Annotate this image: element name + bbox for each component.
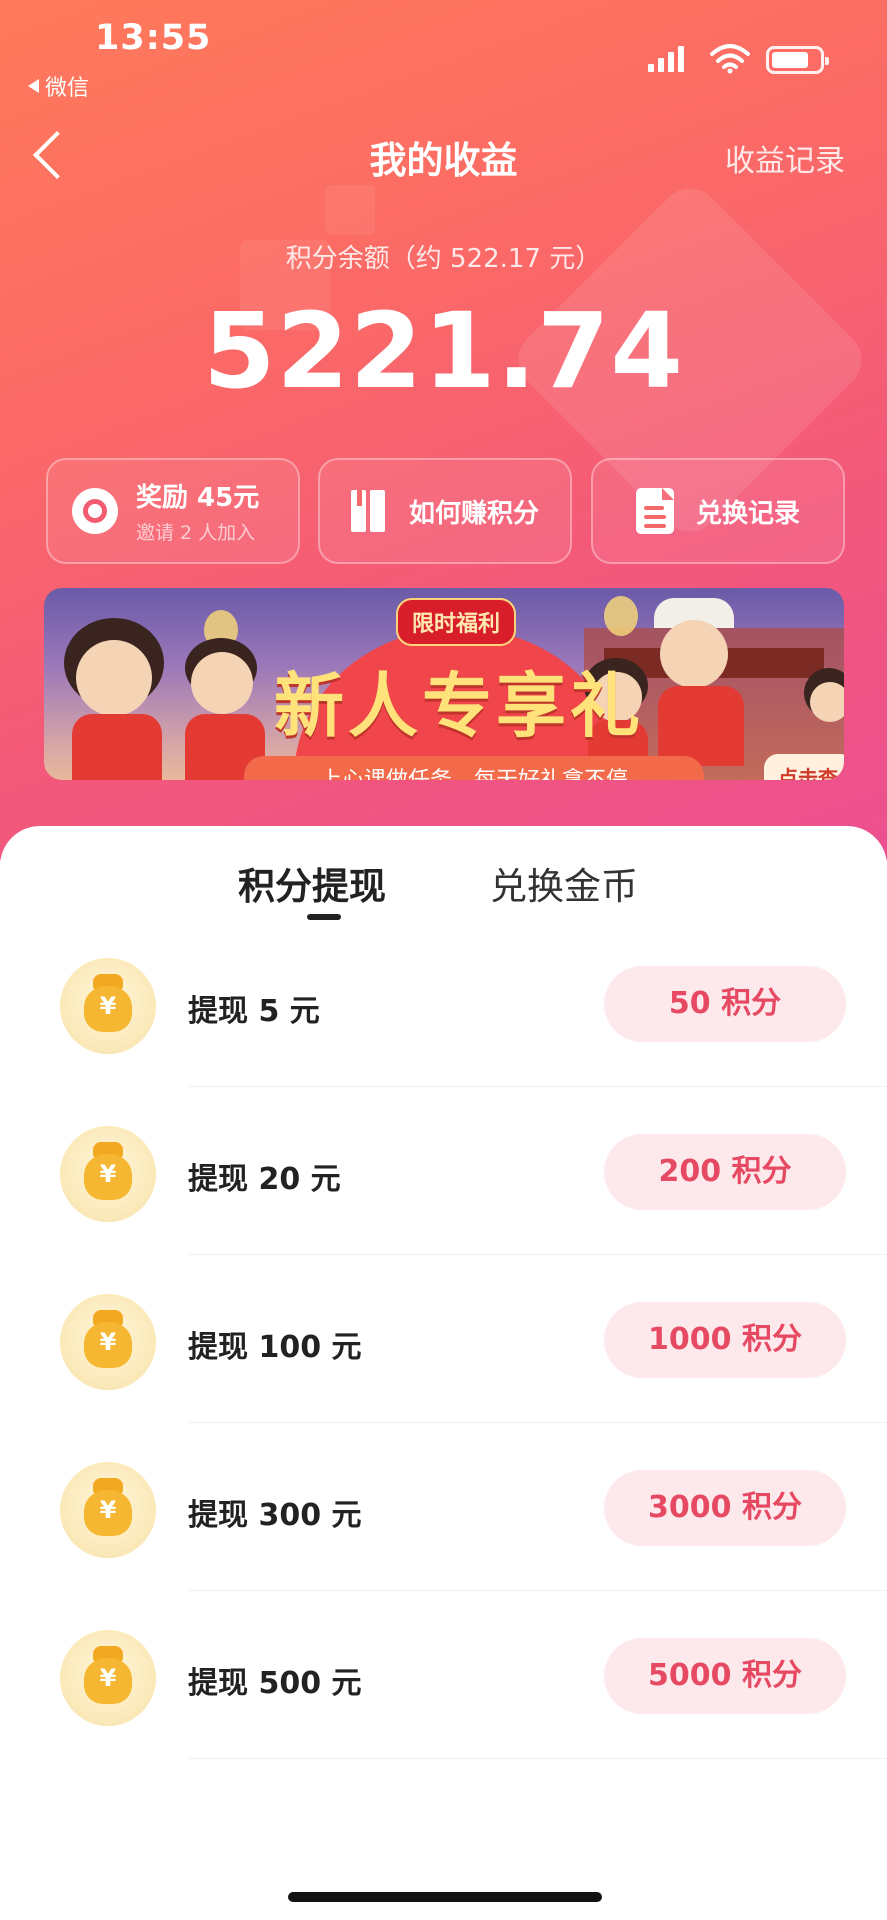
withdraw-5-button[interactable]: 50 积分 — [604, 966, 846, 1042]
banner-cta[interactable]: 点击查 — [764, 754, 844, 780]
cellular-signal-icon — [648, 44, 684, 72]
row-divider — [188, 1758, 887, 1759]
back-to-app[interactable]: 微信 — [28, 70, 89, 102]
tab-points-withdraw[interactable]: 积分提现 — [238, 856, 386, 910]
exchange-record-card[interactable]: 兑换记录 — [591, 458, 845, 564]
banner-tag: 限时福利 — [396, 598, 517, 646]
battery-icon — [766, 46, 829, 74]
book-icon — [350, 490, 387, 532]
earnings-record-link[interactable]: 收益记录 — [725, 136, 845, 180]
withdraw-label: 提现 20 元 — [188, 1162, 341, 1197]
withdraw-label: 提现 100 元 — [188, 1330, 362, 1365]
target-icon — [72, 488, 118, 534]
wifi-icon — [710, 44, 750, 74]
tab-exchange-coins[interactable]: 兑换金币 — [490, 856, 638, 910]
list-item: ¥ 提现 5 元 50 积分 — [0, 920, 887, 1088]
invite-reward-card[interactable]: 奖励 45元 邀请 2 人加入 — [46, 458, 300, 564]
withdraw-20-button[interactable]: 200 积分 — [604, 1134, 846, 1210]
how-to-earn-label: 如何赚积分 — [408, 498, 539, 529]
status-time: 13:55 — [95, 18, 212, 58]
row-divider — [188, 1254, 887, 1255]
list-item: ¥ 提现 100 元 1000 积分 — [0, 1256, 887, 1424]
list-item: ¥ 提现 500 元 5000 积分 — [0, 1592, 887, 1760]
row-divider — [188, 1590, 887, 1591]
withdraw-label: 提现 300 元 — [188, 1498, 362, 1533]
money-bag-icon: ¥ — [60, 1630, 156, 1726]
reward-title: 奖励 45元 — [136, 483, 260, 513]
reward-subtitle: 邀请 2 人加入 — [136, 522, 256, 544]
money-bag-icon: ¥ — [60, 1462, 156, 1558]
back-app-label: 微信 — [45, 76, 90, 101]
balance-value: 5221.74 — [203, 290, 684, 412]
back-triangle-icon — [28, 79, 39, 93]
money-bag-icon: ¥ — [60, 1294, 156, 1390]
promo-banner[interactable]: 限时福利 新人专享礼 上心课做任务，每天好礼拿不停 点击查 — [44, 588, 844, 780]
withdraw-100-button[interactable]: 1000 积分 — [604, 1302, 846, 1378]
list-item: ¥ 提现 20 元 200 积分 — [0, 1088, 887, 1256]
home-indicator[interactable] — [288, 1892, 602, 1902]
money-bag-icon: ¥ — [60, 1126, 156, 1222]
withdraw-300-button[interactable]: 3000 积分 — [604, 1470, 846, 1546]
row-divider — [188, 1422, 887, 1423]
row-divider — [188, 1086, 887, 1087]
lantern-icon — [604, 596, 638, 636]
exchange-record-label: 兑换记录 — [695, 498, 800, 529]
withdraw-500-button[interactable]: 5000 积分 — [604, 1638, 846, 1714]
banner-subline: 上心课做任务，每天好礼拿不停 — [244, 756, 704, 780]
money-bag-icon: ¥ — [60, 958, 156, 1054]
how-to-earn-card[interactable]: 如何赚积分 — [318, 458, 572, 564]
decorative-square — [325, 185, 375, 235]
balance-label: 积分余额（约 522.17 元） — [285, 244, 602, 274]
withdraw-label: 提现 5 元 — [188, 994, 320, 1029]
list-item: ¥ 提现 300 元 3000 积分 — [0, 1424, 887, 1592]
withdraw-label: 提现 500 元 — [188, 1666, 362, 1701]
banner-headline: 新人专享礼 — [274, 665, 644, 747]
document-icon — [635, 488, 674, 534]
